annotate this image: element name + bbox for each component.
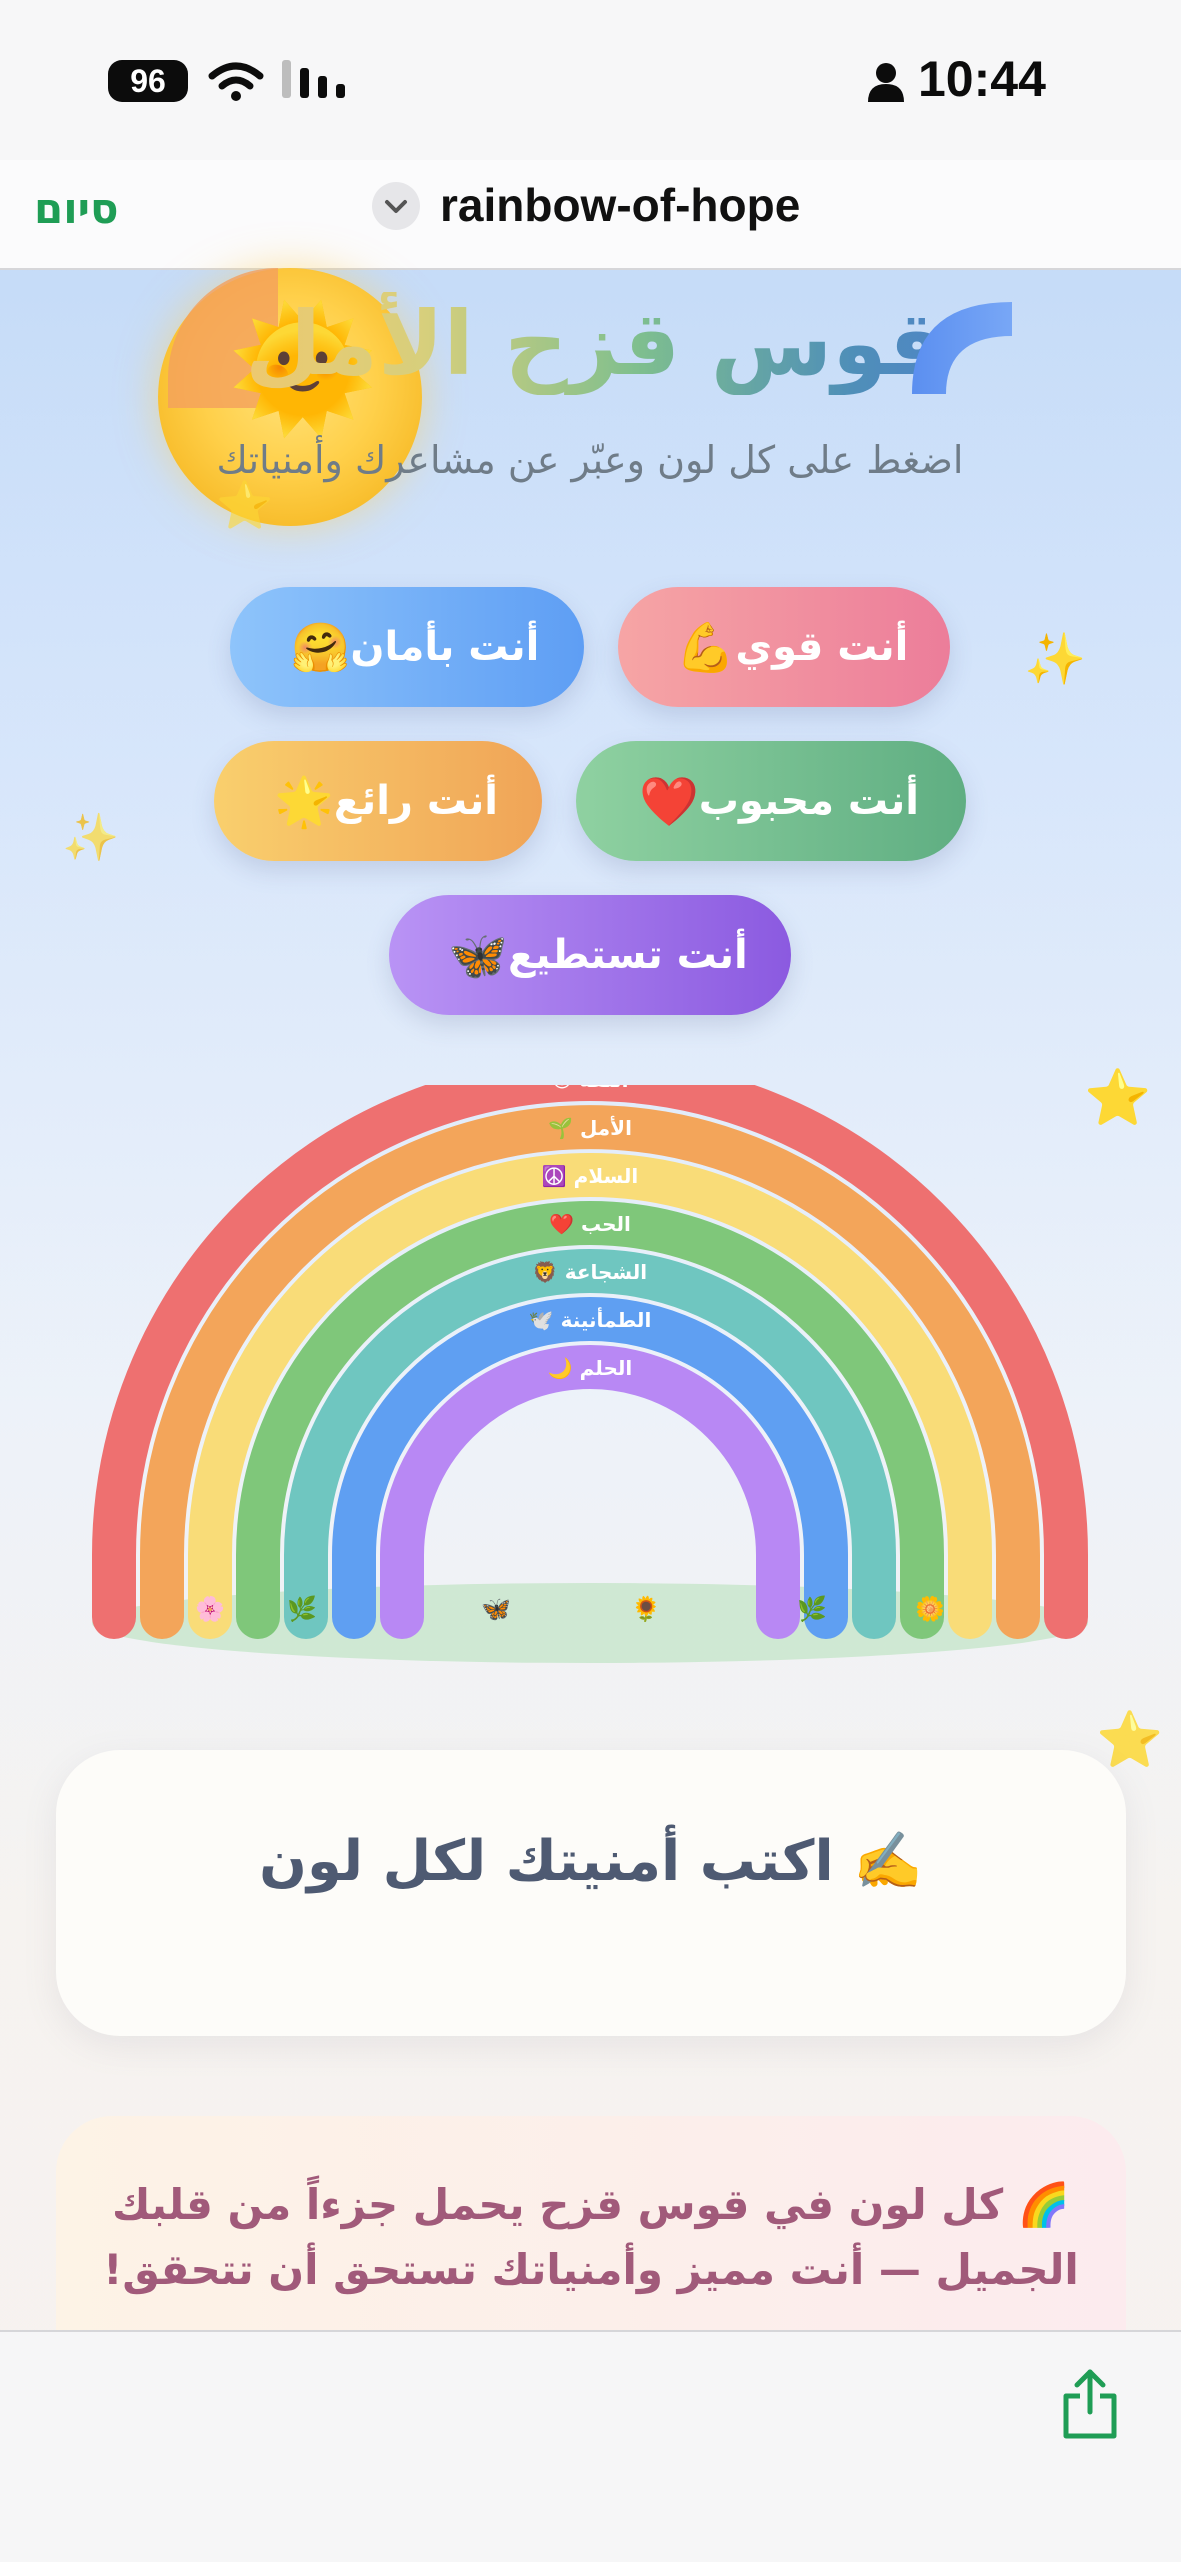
button-you-are-strong[interactable]: أنت قوي 💪	[618, 587, 950, 707]
button-label: أنت تستطيع	[508, 932, 748, 978]
share-icon[interactable]	[1060, 2368, 1120, 2440]
ground-flower-icon: 🌼	[915, 1595, 945, 1623]
star-icon: ⭐	[216, 478, 274, 532]
ground-flower-icon: 🦋	[481, 1595, 511, 1623]
chevron-down-icon[interactable]	[372, 182, 420, 230]
flexed-biceps-icon: 💪	[675, 619, 736, 676]
button-label: أنت رائع	[333, 778, 498, 824]
butterfly-icon: 🦋	[448, 927, 509, 984]
rainbow-band[interactable]	[380, 1345, 800, 1639]
wish-card: ✍️ اكتب أمنيتك لكل لون	[56, 1750, 1126, 2036]
button-you-are-safe[interactable]: أنت بأمان 🤗	[230, 587, 584, 707]
done-button[interactable]: סיום	[34, 184, 119, 233]
rainbow-band-label: 🕊️ الطمأنينة	[529, 1306, 652, 1332]
rainbow-band-label: ❤️ الحب	[549, 1212, 631, 1236]
ground-flower-icon: 🌿	[287, 1595, 317, 1623]
star-icon: ⭐	[1096, 1708, 1164, 1771]
rainbow-band-label: 🦁 الشجاعة	[533, 1260, 647, 1284]
status-bar: 96 10:44	[0, 0, 1181, 160]
nav-bar: סיום rainbow-of-hope	[0, 160, 1181, 270]
bottom-toolbar	[0, 2330, 1181, 2562]
button-label: أنت قوي	[735, 624, 909, 670]
button-label: أنت بأمان	[350, 624, 540, 670]
rainbow-icon	[912, 302, 1012, 394]
subtitle: اضغط على كل لون وعبّر عن مشاعرك وأمنياتك	[216, 438, 964, 482]
rainbow: 😊 الثقة 🌱 الأمل ☮️ السلام ❤️ الحب 🦁 الشجاعة 🕊…	[92, 1085, 1088, 1663]
clock: 10:44	[918, 51, 1046, 107]
wifi-icon	[208, 62, 264, 101]
rainbow-band-label: 🌱 الأمل	[548, 1115, 632, 1140]
app-title: قوس قزح الأمل	[170, 292, 1020, 395]
sparkle-icon: ✨	[1024, 630, 1087, 688]
signal-icon	[282, 60, 345, 98]
encouragement-message: 🌈 كل لون في قوس قزح يحمل جزءاً من قلبك ا…	[103, 2180, 1079, 2295]
button-you-can[interactable]: أنت تستطيع 🦋	[389, 895, 791, 1015]
battery-indicator: 96	[108, 60, 188, 102]
button-label: أنت محبوب	[698, 778, 919, 824]
button-you-are-great[interactable]: أنت رائع 🌟	[214, 741, 542, 861]
rainbow-band-label: 😊 الثقة	[552, 1085, 629, 1092]
wish-card-title: ✍️ اكتب أمنيتك لكل لون	[259, 1829, 923, 1894]
rainbow-band-label: ☮️ السلام	[542, 1164, 638, 1188]
ground-flower-icon: 🌻	[631, 1595, 661, 1623]
page-title[interactable]: rainbow-of-hope	[440, 178, 800, 232]
person-icon	[868, 63, 904, 102]
hugging-face-icon: 🤗	[290, 619, 351, 676]
button-you-are-loved[interactable]: أنت محبوب ❤️	[576, 741, 966, 861]
rainbow-band-label: 🌙 الحلم	[548, 1356, 633, 1380]
ground-flower-icon: 🌸	[195, 1595, 225, 1623]
ground-flower-icon: 🌿	[797, 1595, 827, 1623]
glowing-star-icon: 🌟	[274, 773, 334, 830]
heart-icon: ❤️	[639, 773, 699, 830]
sparkle-icon: ✨	[62, 810, 120, 864]
